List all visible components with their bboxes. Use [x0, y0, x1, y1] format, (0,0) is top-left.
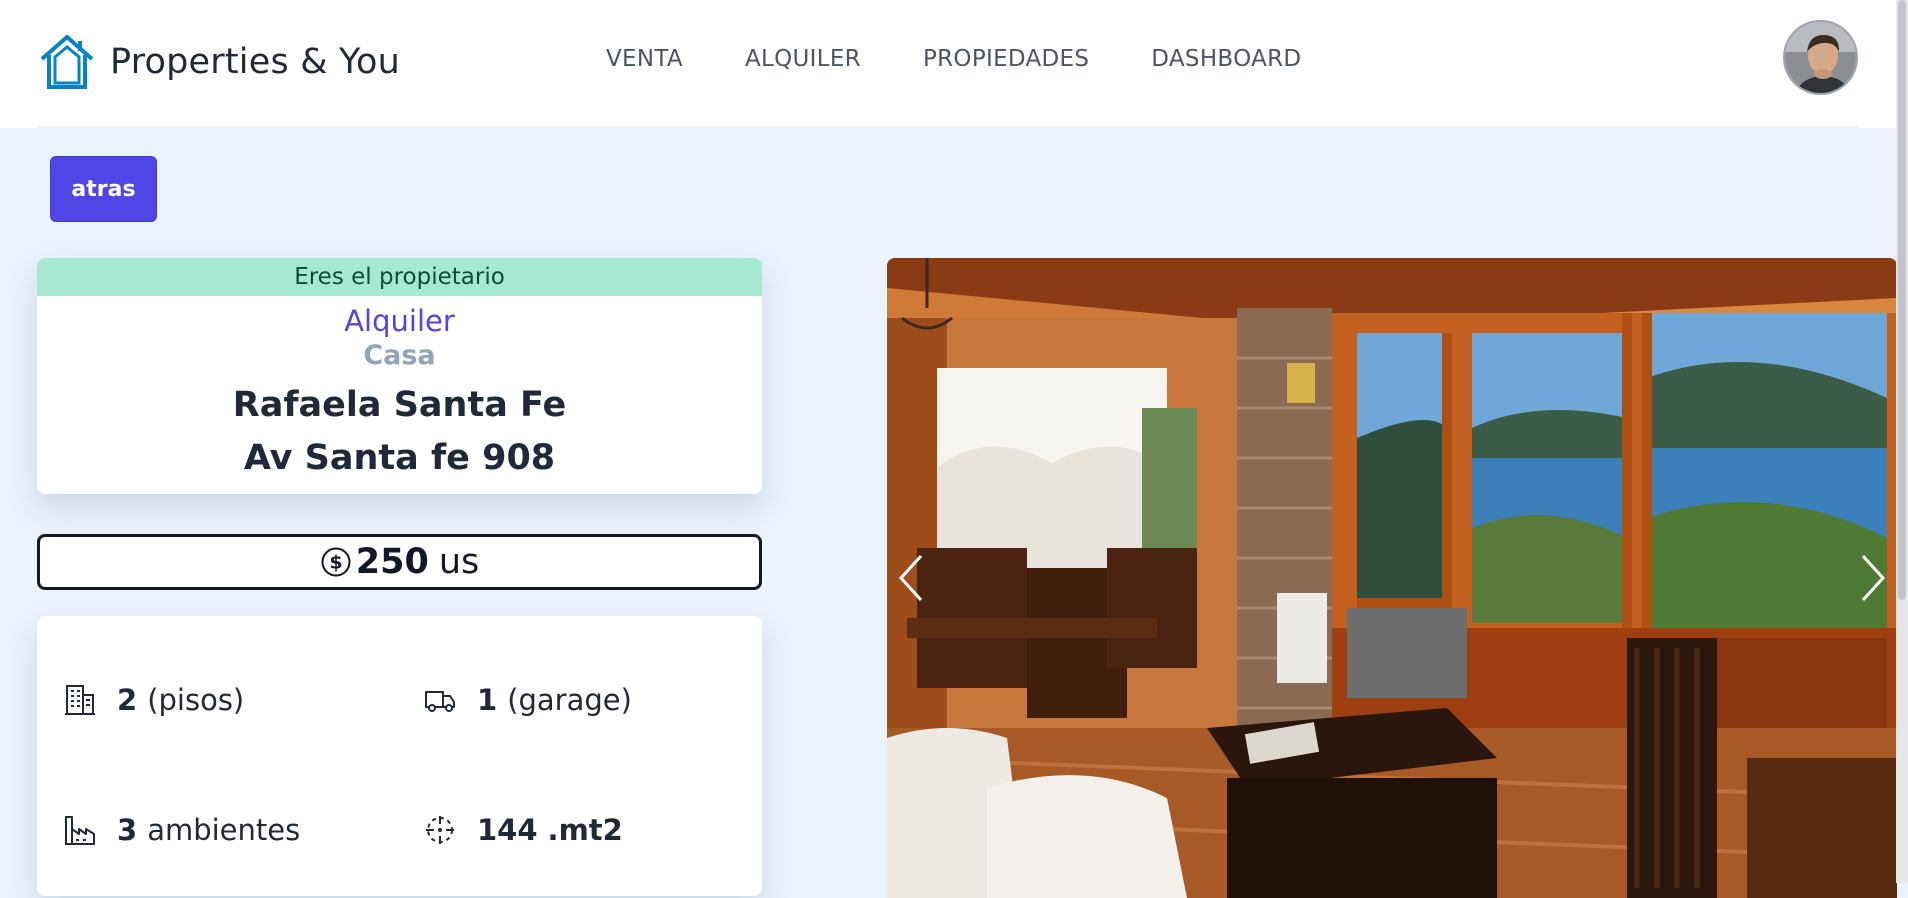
- chevron-left-icon[interactable]: [893, 548, 929, 608]
- building-icon: [65, 685, 95, 715]
- area-label: .mt2: [547, 813, 623, 847]
- main-nav: VENTA ALQUILER PROPIEDADES DASHBOARD: [606, 46, 1363, 72]
- operation-type: Alquiler: [344, 304, 455, 338]
- user-avatar[interactable]: [1783, 20, 1858, 95]
- property-summary-card: Eres el propietario Alquiler Casa Rafael…: [37, 258, 762, 494]
- nav-link-propiedades[interactable]: PROPIEDADES: [923, 46, 1089, 72]
- garage-label: (garage): [507, 683, 632, 717]
- top-navbar: Properties & You VENTA ALQUILER PROPIEDA…: [0, 0, 1896, 128]
- nav-link-dashboard[interactable]: DASHBOARD: [1151, 46, 1301, 72]
- house-outline-icon: [40, 35, 94, 89]
- price-box: $ 250 us: [37, 534, 762, 590]
- nav-link-venta[interactable]: VENTA: [606, 46, 683, 72]
- feature-rooms: 3 ambientes: [63, 810, 300, 850]
- svg-text:$: $: [329, 552, 342, 574]
- price-value: 250: [355, 542, 429, 582]
- feature-floors: 2 (pisos): [63, 680, 244, 720]
- dollar-circle-icon: $: [321, 547, 351, 577]
- property-type: Casa: [363, 340, 436, 371]
- property-address: Av Santa fe 908: [243, 438, 556, 478]
- rooms-label: ambientes: [147, 813, 301, 847]
- avatar-photo: [1785, 22, 1856, 93]
- back-button[interactable]: atras: [50, 156, 157, 222]
- property-photo: [887, 258, 1897, 898]
- area-dashed-icon: [426, 816, 454, 844]
- price-currency: us: [438, 542, 480, 582]
- floors-value: 2: [117, 683, 138, 717]
- truck-icon: [425, 691, 455, 712]
- page-scrollbar-thumb[interactable]: [1898, 0, 1906, 600]
- factory-icon: [65, 816, 95, 845]
- brand-link[interactable]: Properties & You: [38, 33, 400, 91]
- chevron-right-icon[interactable]: [1855, 548, 1891, 608]
- floors-label: (pisos): [147, 683, 245, 717]
- rooms-value: 3: [117, 813, 138, 847]
- brand-name: Properties & You: [110, 42, 400, 82]
- nav-link-alquiler[interactable]: ALQUILER: [745, 46, 861, 72]
- feature-area: 144 .mt2: [423, 810, 623, 850]
- area-value: 144: [477, 813, 538, 847]
- feature-garage: 1 (garage): [423, 680, 632, 720]
- navbar-divider: [37, 126, 1859, 128]
- owner-banner: Eres el propietario: [37, 258, 762, 296]
- features-card: 2 (pisos) 1 (garage) 3 ambientes 144 .mt…: [37, 616, 762, 896]
- property-city: Rafaela Santa Fe: [232, 385, 567, 425]
- garage-value: 1: [477, 683, 498, 717]
- property-image-carousel[interactable]: [887, 258, 1897, 898]
